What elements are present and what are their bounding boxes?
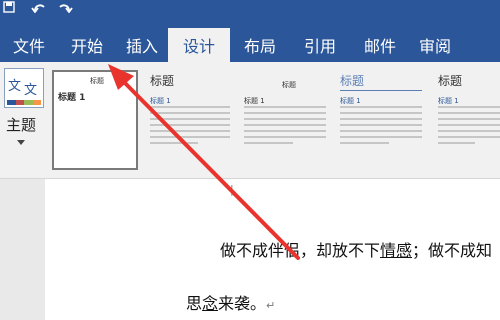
tab-file[interactable]: 文件 [0,28,58,62]
doc-text: 做不成伴侣，却放不下 [220,241,381,260]
doc-text-underlined: 念 [202,294,219,313]
document-line-1: 做不成伴侣，却放不下情感；做不成知 [220,237,492,261]
tab-insert[interactable]: 插入 [116,28,168,62]
style-sub-heading: 标题 1 [438,97,459,105]
themes-icon-char-a: 文 [8,79,22,94]
tab-mailings[interactable]: 邮件 [350,28,410,62]
redo-icon[interactable] [56,0,74,14]
ribbon-tab-bar: 文件 开始 插入 设计 布局 引用 邮件 审阅 [0,28,500,62]
themes-color-bar [7,100,41,105]
undo-icon[interactable] [30,0,48,14]
title-bar [0,0,500,28]
themes-icon: 文 文 [4,68,44,108]
themes-dropdown-arrow[interactable] [17,140,25,145]
style-text-lines [150,106,230,148]
style-sub-heading: 标题 1 [244,97,265,105]
style-text-lines [438,106,500,148]
style-set-3[interactable]: 标题 标题 1 [240,70,330,170]
style-set-2[interactable]: 标题 标题 1 [146,70,234,170]
tab-design[interactable]: 设计 [168,28,230,62]
style-heading: 标题 [340,74,365,88]
doc-text: 来袭。 [218,294,267,313]
style-sub-heading: 标题 1 [340,97,361,105]
style-heading: 标题 [150,74,175,88]
save-icon[interactable] [2,0,16,14]
doc-text: 思 [186,294,203,313]
style-heading: 标题 1 [58,93,86,103]
ribbon-design: 文 文 主题 标题 标题 1 标题 标题 1 标题 标题 1 标题 标题 1 标… [0,62,500,179]
tab-home[interactable]: 开始 [58,28,116,62]
paragraph-mark: ↵ [266,299,276,312]
style-set-4[interactable]: 标题 标题 1 [336,70,426,170]
themes-icon-char-b: 文 [24,83,38,98]
doc-text-underlined: 情感 [380,241,413,260]
tab-review[interactable]: 审阅 [410,28,460,62]
tab-references[interactable]: 引用 [290,28,350,62]
document-line-2: 思念来袭。↵ [186,290,275,314]
style-set-default[interactable]: 标题 标题 1 [52,70,138,170]
document-area: | 做不成伴侣，却放不下情感；做不成知 思念来袭。↵ [0,179,500,320]
style-heading: 标题 [438,74,463,88]
text-cursor: | [230,183,234,196]
style-set-5[interactable]: 标题 标题 1 [432,70,500,170]
themes-label: 主题 [6,116,37,134]
style-text-lines [340,106,422,148]
tab-layout[interactable]: 布局 [230,28,290,62]
doc-text: ；做不成知 [412,241,493,260]
style-text-lines [244,106,326,148]
style-sub-heading: 标题 1 [150,97,171,105]
themes-button[interactable]: 文 文 主题 [0,66,46,176]
style-divider [340,90,422,91]
style-tiny-title: 标题 [282,81,296,89]
style-tiny-title: 标题 [90,77,104,85]
